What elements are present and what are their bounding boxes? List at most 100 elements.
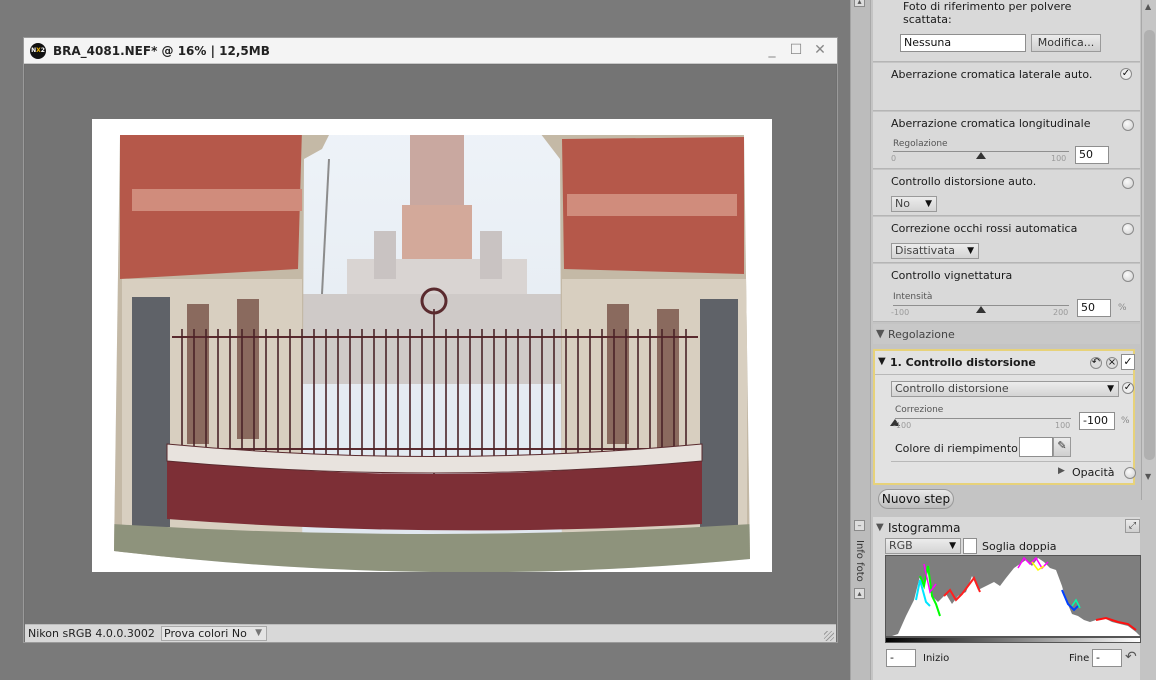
opacity-label: Opacità (1072, 466, 1115, 479)
info-foto-tab[interactable]: Info foto (854, 540, 865, 582)
image-window[interactable]: NX2 BRA_4081.NEF* @ 16% | 12,5MB _ ☐ ✕ N… (23, 37, 838, 643)
histogram-options-icon[interactable]: ⤢ (1125, 519, 1140, 533)
nx2-logo-icon: NX2 (30, 43, 46, 59)
delete-step-icon[interactable]: × (1106, 357, 1118, 369)
vignette-max: 200 (1053, 308, 1069, 317)
longitudinal-ca-slider-knob[interactable] (976, 152, 986, 159)
dropdown-arrow-icon: ▼ (1107, 384, 1114, 394)
red-eye-toggle[interactable] (1122, 223, 1134, 235)
lateral-ca-checkbox[interactable]: ✓ (1120, 68, 1132, 80)
red-eye-section: Correzione occhi rossi automatica Disatt… (873, 217, 1140, 263)
step-divider (875, 374, 1133, 375)
step-divider-2 (891, 461, 1131, 462)
longitudinal-ca-slider-label: Regolazione (893, 139, 948, 149)
adjustment-header-label: Regolazione (888, 328, 955, 341)
longitudinal-ca-toggle[interactable] (1122, 119, 1134, 131)
fill-color-label: Colore di riempimento (895, 442, 1018, 455)
correction-slider-label: Correzione (895, 405, 944, 415)
window-title-bar[interactable]: NX2 BRA_4081.NEF* @ 16% | 12,5MB _ ☐ ✕ (24, 38, 837, 64)
vignette-label: Controllo vignettatura (891, 269, 1013, 282)
histogram-end-label: Fine (1069, 653, 1090, 664)
histogram-gradient-bar (885, 637, 1141, 643)
new-step-button[interactable]: Nuovo step (878, 489, 954, 509)
status-bar: Nikon sRGB 4.0.0.3002 Prova colori No ▼ (25, 624, 836, 642)
opacity-toggle[interactable] (1124, 467, 1136, 479)
collapse-arrow-icon[interactable]: ▴ (854, 588, 865, 599)
red-eye-dropdown[interactable]: Disattivata ▼ (891, 243, 979, 259)
vignette-unit: % (1118, 303, 1127, 313)
color-profile-label: Nikon sRGB 4.0.0.3002 (28, 627, 155, 640)
lateral-ca-section: Aberrazione cromatica laterale auto. ✓ (873, 63, 1140, 111)
histogram-start-field[interactable]: - (886, 649, 916, 667)
auto-distortion-label: Controllo distorsione auto. (891, 175, 1037, 188)
distortion-mode-dropdown[interactable]: Controllo distorsione ▼ (891, 381, 1119, 397)
red-eye-label: Correzione occhi rossi automatica (891, 222, 1078, 235)
lateral-ca-label: Aberrazione cromatica laterale auto. (891, 68, 1093, 81)
fill-color-swatch[interactable] (1019, 437, 1053, 457)
dropdown-arrow-icon: ▼ (967, 246, 974, 256)
collapse-up-icon[interactable]: ▴ (854, 0, 865, 7)
dust-reference-field[interactable]: Nessuna (900, 34, 1026, 52)
photo-preview[interactable] (92, 119, 772, 572)
maximize-icon[interactable]: ☐ (788, 42, 804, 58)
histogram-expand-icon[interactable]: ▼ (876, 522, 884, 533)
histogram-section: ▼ Istogramma ⤢ RGB ▼ Soglia doppia - Iniz… (873, 517, 1141, 680)
histogram-end-field[interactable]: - (1092, 649, 1122, 667)
photo-gate-image (114, 135, 750, 572)
longitudinal-ca-max: 100 (1051, 154, 1067, 163)
proof-colors-dropdown[interactable]: Prova colori No ▼ (161, 626, 267, 641)
window-title: BRA_4081.NEF* @ 16% | 12,5MB (53, 44, 270, 58)
dropdown-arrow-icon: ▼ (949, 541, 956, 551)
distortion-mode-checkbox[interactable]: ✓ (1122, 382, 1134, 394)
longitudinal-ca-label: Aberrazione cromatica longitudinale (891, 117, 1091, 130)
scroll-up-icon[interactable]: ▲ (1145, 2, 1154, 11)
image-canvas[interactable] (25, 65, 836, 624)
histogram-start-label: Inizio (923, 653, 950, 664)
close-icon[interactable]: ✕ (812, 42, 828, 58)
dust-reference-label: Foto di riferimento per polvere scattata… (903, 0, 1072, 26)
correction-slider-track[interactable] (895, 418, 1071, 419)
auto-distortion-toggle[interactable] (1122, 177, 1134, 189)
dropdown-arrow-icon: ▼ (925, 199, 932, 209)
modify-button[interactable]: Modifica... (1031, 34, 1101, 52)
double-threshold-label: Soglia doppia (982, 540, 1057, 553)
correction-value-field[interactable]: -100 (1079, 412, 1115, 430)
minimize-icon[interactable]: _ (764, 42, 780, 58)
scroll-down-icon[interactable]: ▼ (1145, 472, 1154, 481)
vignette-value-field[interactable]: 50 (1077, 299, 1111, 317)
adjustment-header[interactable]: ▼ Regolazione (873, 324, 1140, 344)
opacity-expand-icon[interactable]: ▶ (1058, 466, 1065, 476)
correction-unit: % (1121, 416, 1130, 426)
auto-distortion-dropdown[interactable]: No ▼ (891, 196, 937, 212)
vignette-section: Controllo vignettatura Intensità -100 20… (873, 264, 1140, 322)
resize-grip-icon[interactable] (824, 631, 834, 641)
vignette-slider-label: Intensità (893, 292, 933, 302)
longitudinal-ca-section: Aberrazione cromatica longitudinale Rego… (873, 112, 1140, 169)
histogram-graph (892, 556, 1140, 636)
collapse-minus-icon[interactable]: – (854, 520, 865, 531)
vignette-slider-knob[interactable] (976, 306, 986, 313)
step-enable-checkbox[interactable]: ✓ (1121, 354, 1135, 370)
collapse-arrow-icon[interactable]: ▼ (878, 356, 886, 367)
reset-icon[interactable]: ↶ (1125, 649, 1137, 665)
step-title: 1. Controllo distorsione (890, 356, 1036, 369)
scrollbar-thumb[interactable] (1144, 30, 1155, 460)
dust-reference-section: Foto di riferimento per polvere scattata… (873, 0, 1140, 62)
auto-distortion-section: Controllo distorsione auto. No ▼ (873, 170, 1140, 216)
correction-max: 100 (1055, 421, 1071, 430)
eyedropper-icon[interactable]: ✎ (1053, 437, 1071, 457)
panel-scrollbar[interactable]: ▲ ▼ (1141, 0, 1156, 500)
panel-collapse-strip: ▴ – Info foto ▴ (851, 0, 871, 680)
correction-min: -100 (893, 421, 912, 430)
histogram-title: Istogramma (888, 521, 961, 535)
longitudinal-ca-value-field[interactable]: 50 (1075, 146, 1109, 164)
dropdown-arrow-icon: ▼ (255, 628, 262, 638)
histogram-channel-dropdown[interactable]: RGB ▼ (885, 538, 961, 554)
undo-icon[interactable]: ↶ (1090, 357, 1102, 369)
vignette-toggle[interactable] (1122, 270, 1134, 282)
longitudinal-ca-min: 0 (891, 154, 897, 163)
vignette-min: -100 (891, 308, 910, 317)
double-threshold-checkbox[interactable] (963, 538, 977, 554)
distortion-step-box: ▼ 1. Controllo distorsione ↶ × ✓ Control… (873, 349, 1136, 485)
expand-arrow-icon: ▼ (876, 327, 885, 340)
